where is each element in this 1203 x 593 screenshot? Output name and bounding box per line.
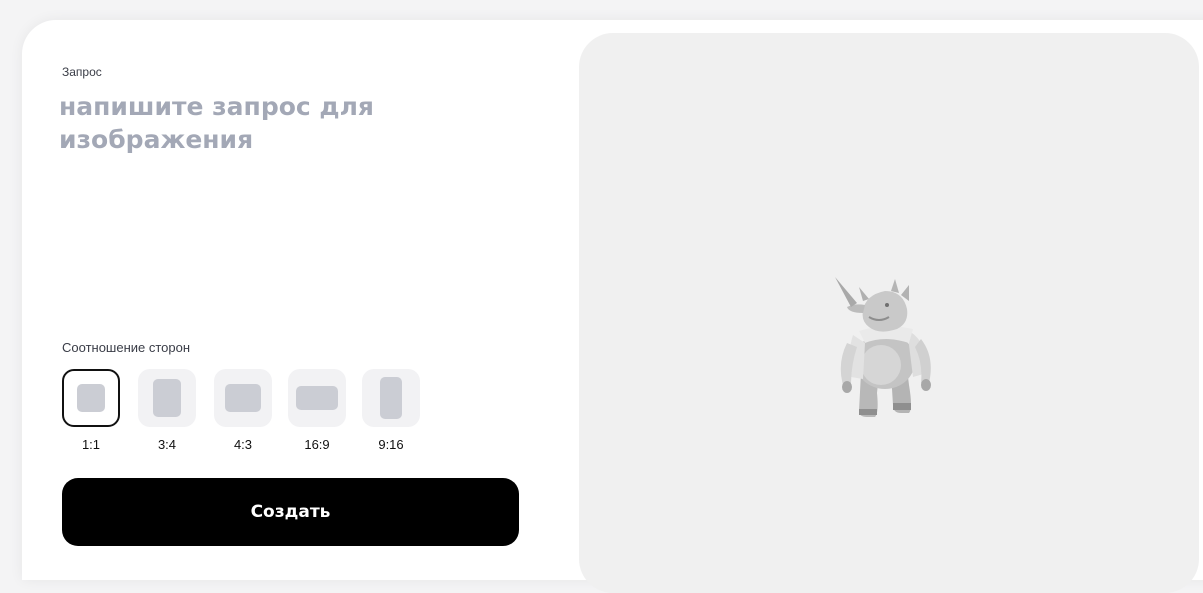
ratio-option-9-16[interactable]: 9:16	[362, 369, 420, 453]
ratio-tall-icon	[380, 377, 402, 419]
aspect-ratio-label: Соотношение сторон	[62, 340, 191, 355]
ratio-caption: 4:3	[233, 437, 253, 452]
ratio-caption: 3:4	[157, 437, 177, 452]
image-preview-panel	[579, 33, 1199, 593]
ratio-caption: 16:9	[304, 437, 330, 452]
ratio-tile	[62, 369, 120, 427]
ratio-tile	[288, 369, 346, 427]
rhino-mascot-image	[835, 277, 931, 417]
ratio-caption: 1:1	[81, 437, 101, 452]
ratio-option-16-9[interactable]: 16:9	[288, 369, 346, 453]
ratio-widescreen-icon	[296, 386, 338, 410]
prompt-panel: Запрос Соотношение сторон 1:1 3:4 4:3	[22, 20, 582, 580]
ratio-tile	[214, 369, 272, 427]
create-button[interactable]: Создать	[62, 478, 519, 546]
ratio-option-1-1[interactable]: 1:1	[62, 369, 120, 453]
ratio-tile	[362, 369, 420, 427]
ratio-option-4-3[interactable]: 4:3	[214, 369, 272, 453]
prompt-label: Запрос	[62, 65, 102, 79]
ratio-option-3-4[interactable]: 3:4	[138, 369, 196, 453]
ratio-square-icon	[77, 384, 105, 412]
ratio-tile	[138, 369, 196, 427]
ratio-landscape-icon	[225, 384, 261, 412]
prompt-input[interactable]	[59, 90, 499, 290]
ratio-caption: 9:16	[378, 437, 404, 452]
ratio-portrait-icon	[153, 379, 181, 417]
generator-card: Запрос Соотношение сторон 1:1 3:4 4:3	[22, 20, 1203, 593]
